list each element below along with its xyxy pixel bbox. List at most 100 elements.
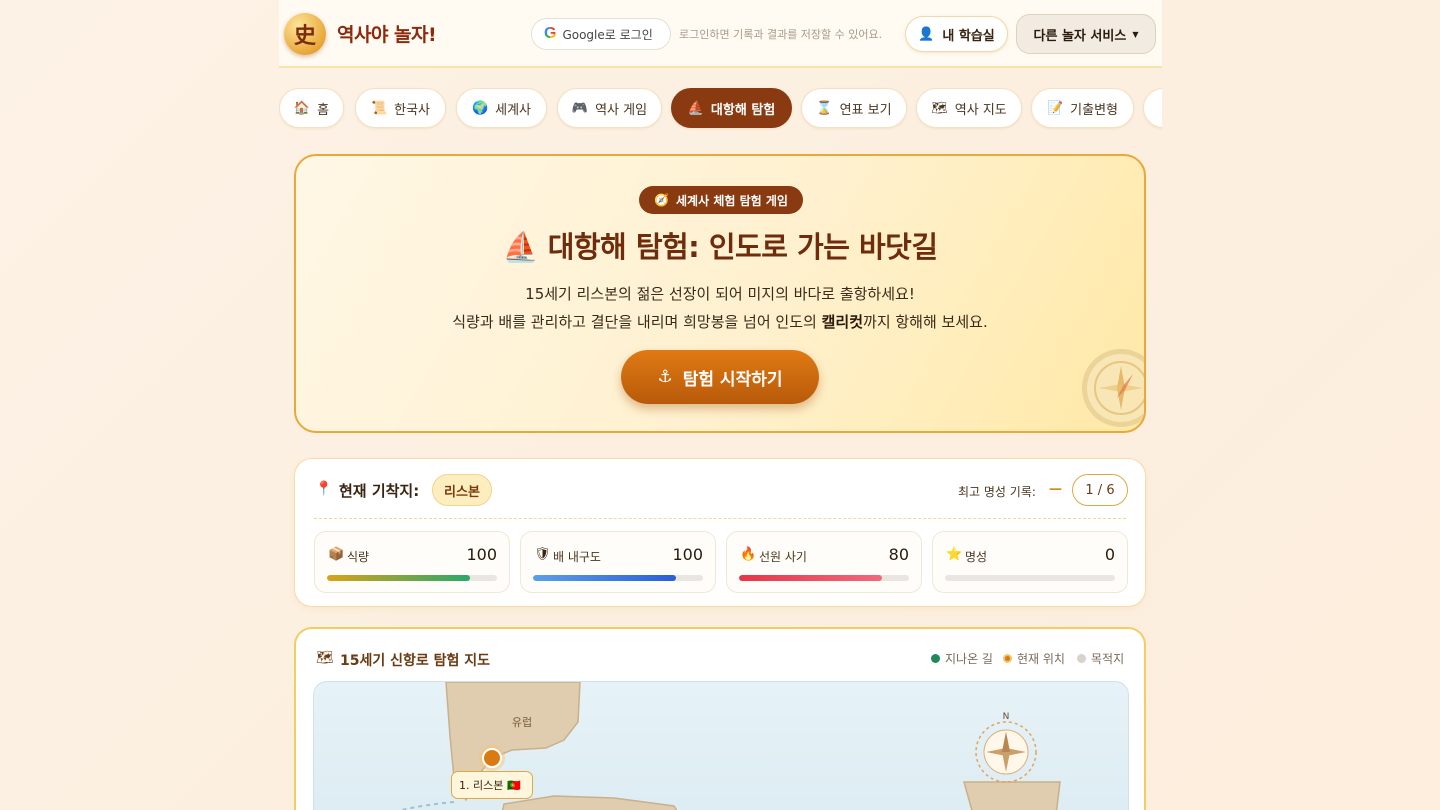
hero-desc-pre: 식량과 배를 관리하고 결단을 내리며 희망봉을 넘어 인도의: [452, 313, 822, 331]
nav-korean-history[interactable]: 📜 한국사: [355, 88, 446, 128]
sailboat-icon: ⛵: [687, 100, 704, 116]
compass-north: N: [1003, 712, 1010, 722]
legend-passed-dot: [931, 654, 940, 663]
current-port-chip: 리스본: [432, 474, 492, 506]
hero-title: ⛵ 대항해 탐험: 인도로 가는 바닷길: [502, 230, 938, 264]
europe-label: 유럽: [512, 715, 532, 729]
map-title: 15세기 신항로 탐험 지도: [340, 653, 491, 669]
stat-hull: 🛡 배 내구도 100: [520, 531, 716, 593]
hero-desc-line1: 15세기 리스본의 젊은 선장이 되어 미지의 바다로 출항하세요!: [525, 285, 915, 303]
map-svg: 유럽 인도 N: [397, 682, 1061, 810]
stat-value: 100: [672, 545, 703, 564]
status-divider: [314, 518, 1126, 519]
gamepad-icon: 🎮: [571, 100, 589, 116]
nav-voyage-active[interactable]: ⛵ 대항해 탐험: [671, 88, 792, 128]
globe-icon: 🌍: [471, 100, 489, 116]
main-nav: 🏠 홈 📜 한국사 🌍 세계사 🎮 역사 게임 ⛵ 대항해 탐험 ⌛ 연표 보기…: [279, 88, 1162, 128]
start-expedition-label: 탐험 시작하기: [682, 369, 783, 390]
nav-world-history[interactable]: 🌍 세계사: [456, 88, 547, 128]
other-services-label: 다른 놀자 서비스: [1033, 28, 1127, 44]
nav-exam-variant[interactable]: 📝 기출변형: [1031, 88, 1134, 128]
stat-label: 배 내구도: [553, 550, 601, 564]
nav-more[interactable]: ⚙: [1143, 88, 1162, 128]
google-login-label: Google로 로그인: [562, 27, 653, 42]
best-fame-label: 최고 명성 기록:: [958, 485, 1036, 499]
shield-icon: 🛡: [534, 547, 551, 562]
site-title[interactable]: 역사야 놀자!: [337, 20, 437, 47]
stat-fame: ⭐ 명성 0: [932, 531, 1128, 593]
nav-home[interactable]: 🏠 홈: [279, 88, 344, 128]
google-icon: G: [544, 25, 557, 42]
stat-label: 식량: [347, 550, 370, 564]
stat-food: 📦 식량 100: [314, 531, 510, 593]
stat-label: 선원 사기: [759, 550, 807, 564]
my-study-button[interactable]: 👤 내 학습실: [905, 16, 1008, 52]
header: 史 역사야 놀자! G Google로 로그인 로그인하면 기록과 결과를 저장…: [279, 0, 1162, 68]
marker-label: 1. 리스본: [459, 779, 504, 792]
start-expedition-button[interactable]: ⚓ 탐험 시작하기: [621, 350, 819, 404]
legend-current-label: 현재 위치: [1017, 652, 1065, 666]
stat-value: 0: [1104, 545, 1115, 564]
voyage-map[interactable]: 유럽 인도 N 1. 리스본 🇵🇹: [313, 681, 1129, 810]
fire-icon: 🔥: [740, 547, 757, 562]
anchor-icon: ⚓: [657, 367, 673, 387]
stat-bar-fill: [739, 575, 882, 581]
app-shell: 史 역사야 놀자! G Google로 로그인 로그인하면 기록과 결과를 저장…: [279, 0, 1162, 810]
nav-label: 홈: [317, 102, 330, 118]
stat-bar: [739, 575, 909, 581]
india-landmass: [963, 781, 1061, 810]
route-path: [397, 801, 455, 810]
status-panel: 📍 현재 기착지: 리스본 최고 명성 기록: — 1 / 6 📦 식량 100…: [294, 458, 1146, 607]
crate-icon: 📦: [328, 547, 345, 562]
login-hint: 로그인하면 기록과 결과를 저장할 수 있어요.: [679, 28, 883, 41]
legend-current: 현재 위치: [1003, 650, 1065, 667]
legend-passed: 지나온 길: [931, 650, 993, 667]
stage-progress-chip: 1 / 6: [1072, 474, 1128, 506]
google-login-button[interactable]: G Google로 로그인: [531, 18, 671, 50]
compass-decoration-icon: [1082, 349, 1144, 427]
hero-description: 15세기 리스본의 젊은 선장이 되어 미지의 바다로 출항하세요! 식량과 배…: [296, 280, 1144, 336]
memo-icon: 📝: [1046, 100, 1064, 116]
stat-bar: [945, 575, 1115, 581]
nav-label: 기출변형: [1070, 102, 1119, 118]
legend-target-label: 목적지: [1091, 652, 1125, 666]
best-fame-value: —: [1049, 482, 1062, 497]
map-icon: 🗺: [316, 650, 334, 666]
hero-card: 🧭 세계사 체험 탐험 게임 ⛵ 대항해 탐험: 인도로 가는 바닷길 15세기…: [294, 154, 1146, 433]
hero-desc-bold: 캘리컷: [821, 313, 864, 331]
stat-morale: 🔥 선원 사기 80: [726, 531, 922, 593]
legend-target-dot: [1077, 654, 1086, 663]
logo-icon[interactable]: 史: [284, 13, 326, 55]
house-icon: 🏠: [293, 100, 311, 116]
location-pin-icon: 📍: [315, 481, 333, 497]
legend-passed-label: 지나온 길: [945, 652, 993, 666]
nav-label: 세계사: [495, 102, 532, 118]
stat-bar: [533, 575, 703, 581]
hourglass-icon: ⌛: [816, 100, 833, 116]
stat-bar-fill: [327, 575, 470, 581]
current-port-label: 현재 기착지:: [339, 482, 420, 500]
nav-history-map[interactable]: 🗺 역사 지도: [916, 88, 1022, 128]
compass-rose-icon: N: [975, 712, 1037, 783]
legend-target: 목적지: [1077, 650, 1124, 667]
stat-value: 80: [888, 545, 909, 564]
other-services-button[interactable]: 다른 놀자 서비스 ▼: [1016, 14, 1156, 54]
nav-history-game[interactable]: 🎮 역사 게임: [557, 88, 662, 128]
nav-label: 역사 게임: [595, 102, 648, 118]
scroll-icon: 📜: [370, 100, 388, 116]
hero-badge: 🧭 세계사 체험 탐험 게임: [639, 186, 803, 214]
nav-timeline[interactable]: ⌛ 연표 보기: [801, 88, 907, 128]
nav-label: 한국사: [394, 102, 431, 118]
stat-value: 100: [466, 545, 497, 564]
caret-down-icon: ▼: [1132, 29, 1139, 39]
user-icon: 👤: [918, 26, 935, 42]
stat-label: 명성: [965, 550, 988, 564]
star-icon: ⭐: [946, 547, 963, 562]
marker-lisbon-tag[interactable]: 1. 리스본 🇵🇹: [451, 771, 533, 799]
stat-bar: [327, 575, 497, 581]
nav-label: 역사 지도: [954, 102, 1007, 118]
portugal-flag-icon: 🇵🇹: [507, 778, 522, 792]
stat-bar-fill: [533, 575, 676, 581]
hero-badge-label: 세계사 체험 탐험 게임: [676, 193, 788, 208]
hero-desc-post: 까지 항해해 보세요.: [863, 313, 988, 331]
